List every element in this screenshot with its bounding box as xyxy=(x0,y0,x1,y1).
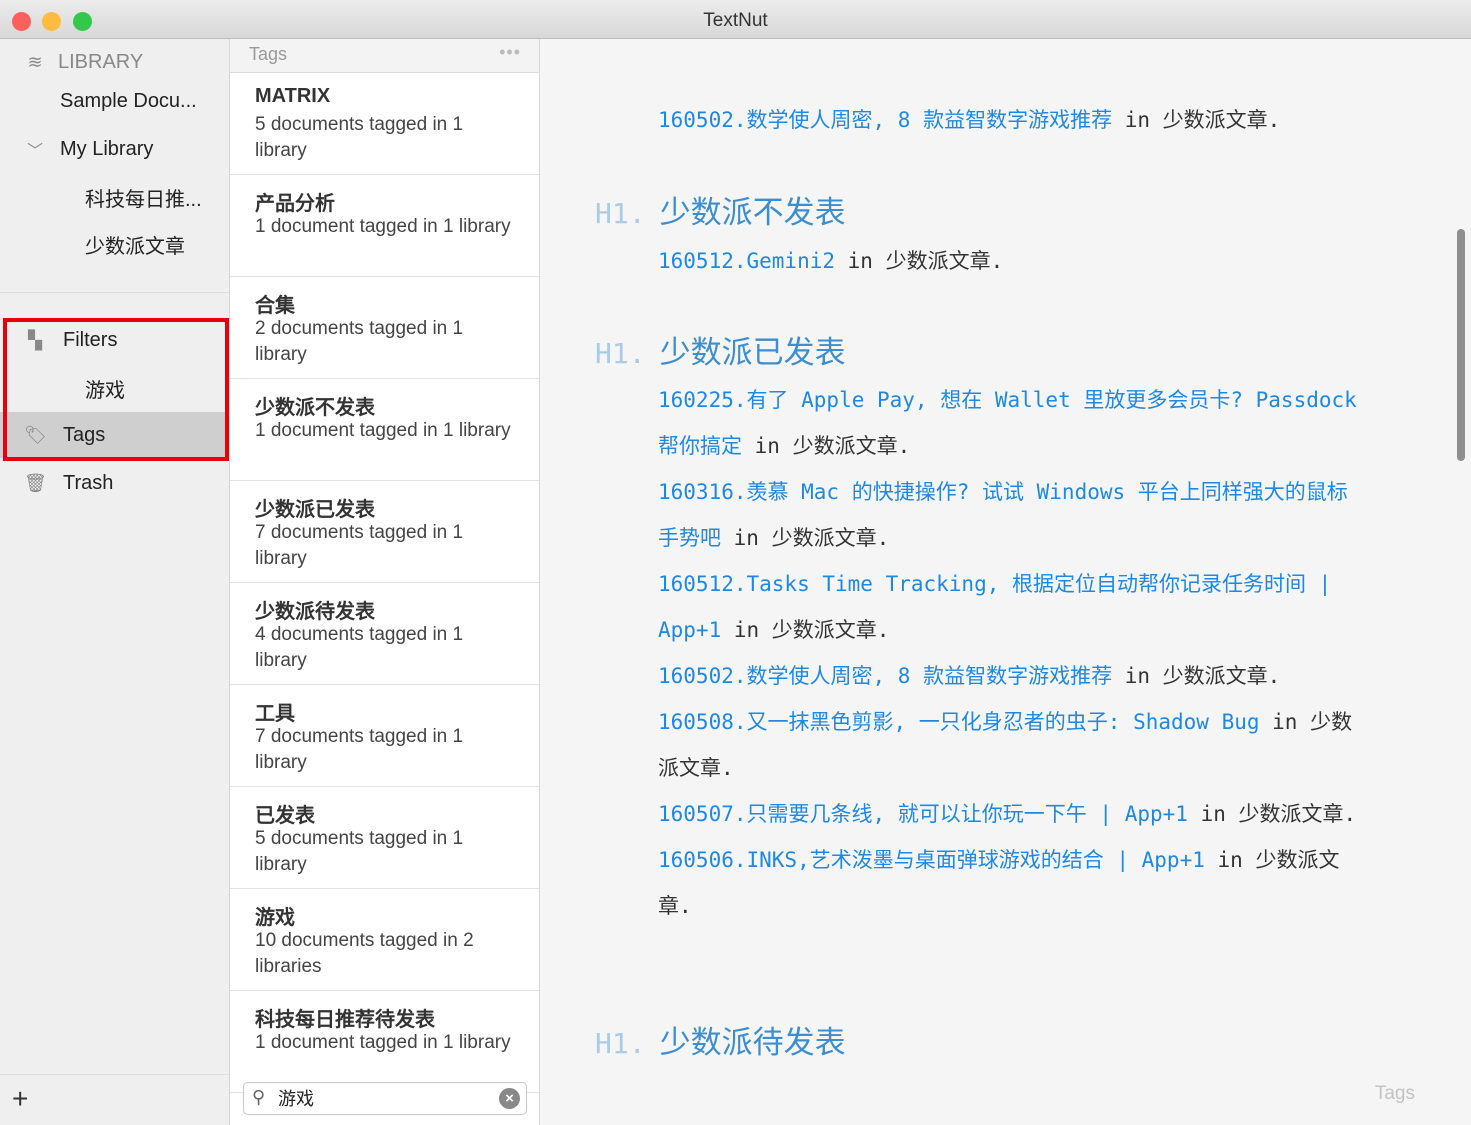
tag-row[interactable]: 合集 2 documents tagged in 1 library xyxy=(230,277,539,379)
document-link[interactable]: 160502.数学使人周密, 8 款益智数字游戏推荐 xyxy=(658,108,1112,132)
add-button[interactable]: + xyxy=(12,1083,28,1115)
tag-row[interactable]: 科技每日推荐待发表 1 document tagged in 1 library xyxy=(230,991,539,1093)
sidebar-item-label: My Library xyxy=(60,137,154,160)
tag-title: MATRIX xyxy=(255,85,331,107)
sidebar-item-label: 少数派文章 xyxy=(85,235,185,258)
entry-suffix: in 少数派文章. xyxy=(1112,108,1281,132)
heading: H1. 少数派待发表 xyxy=(595,1017,846,1062)
library-label: LIBRARY xyxy=(58,50,144,73)
tag-title: 合集 xyxy=(255,295,295,317)
tag-title: 产品分析 xyxy=(255,193,335,215)
sidebar-item-sample-documents[interactable]: Sample Docu... xyxy=(0,78,230,124)
sidebar-item-label: Trash xyxy=(63,471,114,494)
entry-suffix: in 少数派文章. xyxy=(1187,802,1357,826)
tag-description: 10 documents tagged in 2 libraries xyxy=(255,930,474,977)
tag-title: 少数派不发表 xyxy=(255,397,375,419)
tag-row[interactable]: 产品分析 1 document tagged in 1 library xyxy=(230,175,539,277)
tags-panel: Tags ••• MATRIX 5 documents tagged in 1 li… xyxy=(230,39,540,1125)
more-icon[interactable]: ••• xyxy=(499,42,521,63)
entry: 160502.数学使人周密, 8 款益智数字游戏推荐 in 少数派文章. xyxy=(658,97,1358,143)
tag-row[interactable]: MATRIX 5 documents tagged in 1 library xyxy=(230,73,539,175)
divider xyxy=(0,292,230,293)
tag-row[interactable]: 少数派不发表 1 document tagged in 1 library xyxy=(230,379,539,481)
tags-header-title: Tags xyxy=(249,44,288,64)
heading-marker: H1. xyxy=(595,1027,646,1060)
tag-row[interactable]: 少数派已发表 7 documents tagged in 1 library xyxy=(230,481,539,583)
tag-row[interactable]: 游戏 10 documents tagged in 2 libraries xyxy=(230,889,539,991)
footer-label: Tags xyxy=(1374,1083,1415,1104)
tag-title: 少数派待发表 xyxy=(255,601,375,623)
sidebar-bottom-bar: + xyxy=(0,1074,230,1125)
heading-marker: H1. xyxy=(595,337,646,370)
tag-row[interactable]: 少数派待发表 4 documents tagged in 1 library xyxy=(230,583,539,685)
title-bar: TextNut xyxy=(0,0,1471,39)
entry: 160225.有了 Apple Pay, 想在 Wallet 里放更多会员卡? … xyxy=(658,377,1358,469)
layers-icon: ≋ xyxy=(27,51,43,72)
entry: 160508.又一抹黑色剪影, 一只化身忍者的虫子: Shadow Bug in… xyxy=(658,699,1358,791)
tag-search-field[interactable]: ⚲ × xyxy=(243,1082,527,1115)
tag-row[interactable]: 工具 7 documents tagged in 1 library xyxy=(230,685,539,787)
entry-suffix: in 少数派文章. xyxy=(1112,664,1281,688)
sidebar-item-library-sspai[interactable]: 少数派文章 xyxy=(0,221,230,267)
sidebar-item-label: 科技每日推... xyxy=(85,188,202,211)
tag-title: 少数派已发表 xyxy=(255,499,375,521)
tag-description: 4 documents tagged in 1 library xyxy=(255,624,464,671)
document-link[interactable]: 160512.Gemini2 xyxy=(658,249,835,273)
entry-suffix: in 少数派文章. xyxy=(721,526,890,550)
tag-description: 7 documents tagged in 1 library xyxy=(255,522,464,569)
sidebar-item-label: Sample Docu... xyxy=(60,89,197,112)
heading-text: 少数派待发表 xyxy=(659,1025,846,1060)
heading-text: 少数派已发表 xyxy=(659,335,846,370)
heading-text: 少数派不发表 xyxy=(659,195,846,230)
entry: 160512.Tasks Time Tracking, 根据定位自动帮你记录任务… xyxy=(658,561,1358,653)
document-link[interactable]: 160507.只需要几条线, 就可以让你玩一下午 | App+1 xyxy=(658,802,1188,826)
tag-title: 游戏 xyxy=(255,907,295,929)
document-link[interactable]: 160502.数学使人周密, 8 款益智数字游戏推荐 xyxy=(658,664,1112,688)
tag-description: 5 documents tagged in 1 library xyxy=(255,828,464,875)
tag-title: 工具 xyxy=(255,703,295,725)
entry: 160316.羡慕 Mac 的快捷操作? 试试 Windows 平台上同样强大的… xyxy=(658,469,1358,561)
tag-title: 科技每日推荐待发表 xyxy=(255,1009,435,1031)
chevron-down-icon[interactable]: ﹀ xyxy=(24,137,46,161)
tag-description: 1 document tagged in 1 library xyxy=(255,216,511,237)
window-title: TextNut xyxy=(703,10,768,31)
tags-header: Tags ••• xyxy=(230,39,539,73)
entry: 160502.数学使人周密, 8 款益智数字游戏推荐 in 少数派文章. xyxy=(658,653,1358,699)
sidebar-item-trash[interactable]: 🗑 Trash xyxy=(0,460,230,506)
tag-description: 1 document tagged in 1 library xyxy=(255,420,511,441)
sidebar: ≋ LIBRARY Sample Docu... ﹀ My Library 科技每日… xyxy=(0,39,230,1125)
heading: H1. 少数派不发表 xyxy=(595,187,846,232)
entry: 160512.Gemini2 in 少数派文章. xyxy=(658,238,1358,284)
entry-suffix: in 少数派文章. xyxy=(721,618,890,642)
search-icon: ⚲ xyxy=(252,1087,266,1107)
clear-search-icon[interactable]: × xyxy=(499,1088,520,1109)
tag-description: 5 documents tagged in 1 library xyxy=(255,114,464,161)
scrollbar[interactable] xyxy=(1457,229,1465,461)
highlight-box xyxy=(3,318,229,461)
tag-description: 2 documents tagged in 1 library xyxy=(255,318,464,365)
entry: 160507.只需要几条线, 就可以让你玩一下午 | App+1 in 少数派文… xyxy=(658,791,1358,837)
sidebar-item-library-tech[interactable]: 科技每日推... xyxy=(0,174,230,220)
entry-list: 160225.有了 Apple Pay, 想在 Wallet 里放更多会员卡? … xyxy=(658,377,1358,929)
heading-marker: H1. xyxy=(595,197,646,230)
document-link[interactable]: 160508.又一抹黑色剪影, 一只化身忍者的虫子: Shadow Bug xyxy=(658,710,1260,734)
sidebar-item-my-library[interactable]: ﹀ My Library xyxy=(0,126,230,172)
document-link[interactable]: 160506.INKS,艺术泼墨与桌面弹球游戏的结合 | App+1 xyxy=(658,848,1205,872)
tag-description: 7 documents tagged in 1 library xyxy=(255,726,464,773)
editor[interactable]: 160502.数学使人周密, 8 款益智数字游戏推荐 in 少数派文章. H1.… xyxy=(540,39,1471,1125)
tag-row[interactable]: 已发表 5 documents tagged in 1 library xyxy=(230,787,539,889)
search-input[interactable] xyxy=(278,1087,488,1108)
tag-description: 1 document tagged in 1 library xyxy=(255,1032,511,1053)
trash-icon: 🗑 xyxy=(24,472,47,493)
entry-suffix: in 少数派文章. xyxy=(835,249,1004,273)
entry-suffix: in 少数派文章. xyxy=(742,434,911,458)
heading: H1. 少数派已发表 xyxy=(595,327,846,372)
tag-title: 已发表 xyxy=(255,805,315,827)
entry: 160506.INKS,艺术泼墨与桌面弹球游戏的结合 | App+1 in 少数… xyxy=(658,837,1358,929)
